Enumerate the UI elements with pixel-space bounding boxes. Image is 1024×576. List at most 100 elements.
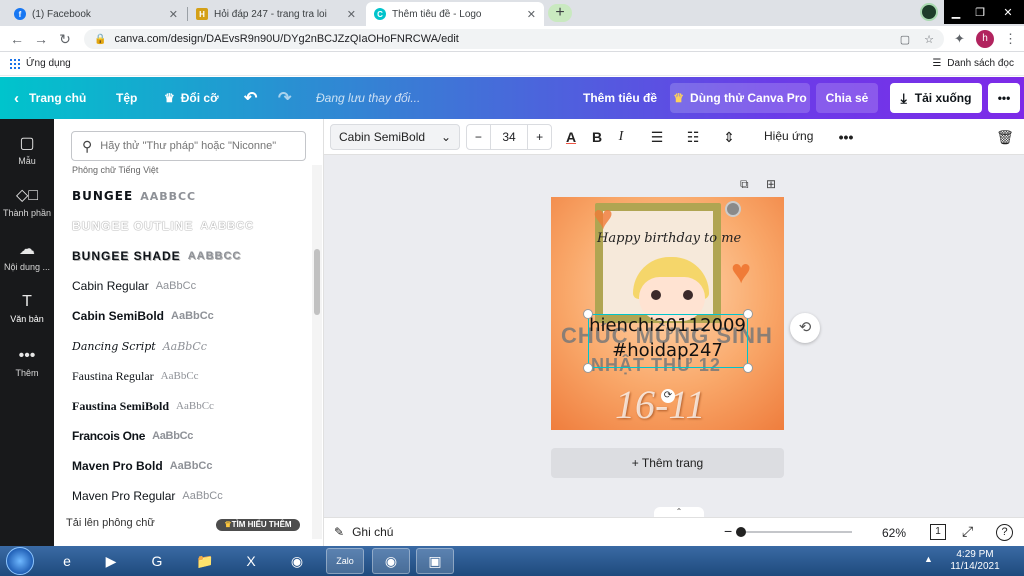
bold-button[interactable]: B	[588, 127, 606, 147]
tab-facebook[interactable]: f (1) Facebook ✕	[6, 2, 186, 26]
zalo-icon[interactable]: Zalo	[326, 548, 364, 574]
design-title[interactable]: Thêm tiêu đề	[583, 77, 657, 119]
date-text[interactable]: 16-11	[615, 381, 705, 428]
scrollbar-thumb[interactable]	[314, 249, 320, 315]
tray-expand-icon[interactable]: ▲	[924, 554, 933, 564]
font-option[interactable]: BUNGEE SHADE AABBCC	[54, 241, 312, 271]
home-link[interactable]: ‹ Trang chủ	[14, 77, 86, 119]
help-icon[interactable]: ?	[996, 524, 1013, 541]
chrome-profile-icon[interactable]: ◉	[372, 548, 410, 574]
resize-handle[interactable]	[743, 309, 753, 319]
redo-icon[interactable]: ↷	[278, 77, 291, 119]
back-icon[interactable]: ←	[8, 30, 26, 48]
bookmark-star-icon[interactable]: ☆	[924, 33, 934, 46]
close-icon[interactable]: ✕	[169, 8, 178, 21]
download-button[interactable]: ⤓ Tải xuống	[890, 83, 982, 113]
rotate-handle-icon[interactable]: ⟳	[661, 389, 675, 403]
resize-handle[interactable]	[743, 363, 753, 373]
zoom-out-icon[interactable]: −	[724, 523, 732, 539]
zoom-icon[interactable]: ▣	[416, 548, 454, 574]
trash-icon[interactable]: 🗑	[996, 127, 1014, 147]
font-option[interactable]: Cabin SemiBold AaBbCc	[54, 301, 312, 331]
system-clock[interactable]: 4:29 PM 11/14/2021	[940, 549, 1010, 573]
avatar[interactable]: h	[976, 30, 994, 48]
upload-fonts-link[interactable]: Tải lên phông chữ	[66, 517, 155, 529]
ie-icon[interactable]: e	[48, 548, 86, 574]
font-search[interactable]: ⚲	[71, 131, 306, 161]
font-search-input[interactable]	[100, 140, 295, 152]
font-family-select[interactable]: Cabin SemiBold ⌄	[330, 124, 460, 150]
add-page-icon[interactable]: ⊞	[766, 177, 776, 191]
font-option[interactable]: BUNGEE OUTLINE AABBCC	[54, 211, 312, 241]
rail-item-text[interactable]: T Văn bản	[0, 293, 54, 324]
zoom-slider-knob[interactable]	[736, 527, 746, 537]
italic-button[interactable]: I	[612, 127, 630, 147]
add-page-button[interactable]: + Thêm trang	[551, 448, 784, 478]
close-icon[interactable]: ✕	[347, 8, 356, 21]
undo-icon[interactable]: ↶	[244, 77, 257, 119]
tab-hoidap[interactable]: H Hỏi đáp 247 - trang tra loi ✕	[188, 2, 364, 26]
fullscreen-icon[interactable]: ⤢	[962, 523, 973, 540]
chevron-up-icon[interactable]: ⌃	[654, 507, 704, 517]
text-color-icon[interactable]: A	[562, 127, 580, 147]
rail-item-templates[interactable]: ▢ Mẫu	[0, 133, 54, 166]
try-pro-button[interactable]: ♛ Dùng thử Canva Pro	[670, 83, 810, 113]
page-count[interactable]: 1	[930, 524, 946, 540]
restore-icon[interactable]: ❐	[968, 0, 992, 24]
font-option[interactable]: Cabin Regular AaBbCc	[54, 271, 312, 301]
align-center-icon[interactable]: ☰	[648, 127, 666, 147]
font-option[interactable]: Dancing Script AaBbCc	[54, 331, 312, 361]
duplicate-page-icon[interactable]: ⧉	[740, 177, 749, 192]
app-green-icon[interactable]: G	[138, 548, 176, 574]
resize-handle[interactable]	[583, 363, 593, 373]
resize-button[interactable]: ♛ Đổi cỡ	[164, 77, 219, 119]
spacing-icon[interactable]: ⇕	[720, 127, 738, 147]
notes-button[interactable]: ✎ Ghi chú	[334, 525, 393, 539]
chrome-icon[interactable]: ◉	[278, 548, 316, 574]
font-size-value[interactable]: 34	[489, 125, 529, 149]
new-tab-button[interactable]: +	[548, 4, 572, 22]
font-option[interactable]: Maven Pro Bold AaBbCc	[54, 451, 312, 481]
birthday-text[interactable]: Happy birthday to me	[597, 231, 741, 246]
font-option[interactable]: Francois One AaBbCc	[54, 421, 312, 451]
font-option[interactable]: Maven Pro Regular AaBbCc	[54, 481, 312, 511]
rotate-icon[interactable]: ⟲	[790, 313, 820, 343]
font-option[interactable]: Faustina Regular AaBbCc	[54, 361, 312, 391]
tab-search-icon[interactable]: ▢	[900, 33, 910, 46]
start-button[interactable]	[6, 547, 34, 575]
reading-list[interactable]: ☰ Danh sách đọc	[932, 58, 1014, 69]
rail-item-uploads[interactable]: ☁ Nội dung ...	[0, 239, 54, 272]
learn-more-button[interactable]: ♛TÌM HIỂU THÊM	[216, 519, 300, 531]
font-list-scrollbar[interactable]	[312, 165, 322, 539]
design-page[interactable]: ♥ ♥ Happy birthday to me CHÚC MỪNG SINH …	[551, 197, 784, 430]
extensions-icon[interactable]: ✦	[954, 31, 965, 47]
resize-handle[interactable]	[583, 309, 593, 319]
media-player-icon[interactable]: ▶	[92, 548, 130, 574]
effects-button[interactable]: Hiệu ứng	[764, 129, 813, 143]
share-button[interactable]: Chia sẻ	[816, 83, 878, 113]
list-icon[interactable]: ☷	[684, 127, 702, 147]
close-icon[interactable]: ✕	[527, 8, 536, 21]
apps-bookmark[interactable]: Ứng dụng	[10, 58, 71, 69]
file-menu[interactable]: Tệp	[116, 77, 137, 119]
zoom-value[interactable]: 62%	[882, 526, 906, 540]
minimize-icon[interactable]: ▁	[944, 0, 968, 24]
reload-icon[interactable]: ↻	[56, 30, 74, 48]
increase-size-button[interactable]: +	[528, 130, 551, 144]
rail-item-more[interactable]: ••• Thêm	[0, 347, 54, 378]
zoom-slider[interactable]	[736, 531, 852, 533]
forward-icon[interactable]: →	[32, 30, 50, 48]
window-close-icon[interactable]: ✕	[992, 0, 1024, 24]
decrease-size-button[interactable]: −	[467, 130, 490, 144]
more-options-icon[interactable]: •••	[988, 83, 1020, 113]
menu-kebab-icon[interactable]: ⋮	[1004, 31, 1017, 47]
more-options-icon[interactable]: •••	[836, 127, 856, 147]
tab-canva[interactable]: C Thêm tiêu đề - Logo ✕	[366, 2, 544, 26]
font-option[interactable]: Faustina SemiBold AaBbCc	[54, 391, 312, 421]
font-option[interactable]: BUNGEE AABBCC	[54, 181, 312, 211]
file-explorer-icon[interactable]: 📁	[186, 548, 224, 574]
address-bar[interactable]: 🔒 canva.com/design/DAEvsR9n90U/DYg2nBCJZ…	[84, 29, 944, 49]
rail-item-elements[interactable]: ◇□ Thành phần	[0, 185, 54, 218]
excel-icon[interactable]: X	[232, 548, 270, 574]
profile-icon[interactable]	[920, 3, 938, 21]
